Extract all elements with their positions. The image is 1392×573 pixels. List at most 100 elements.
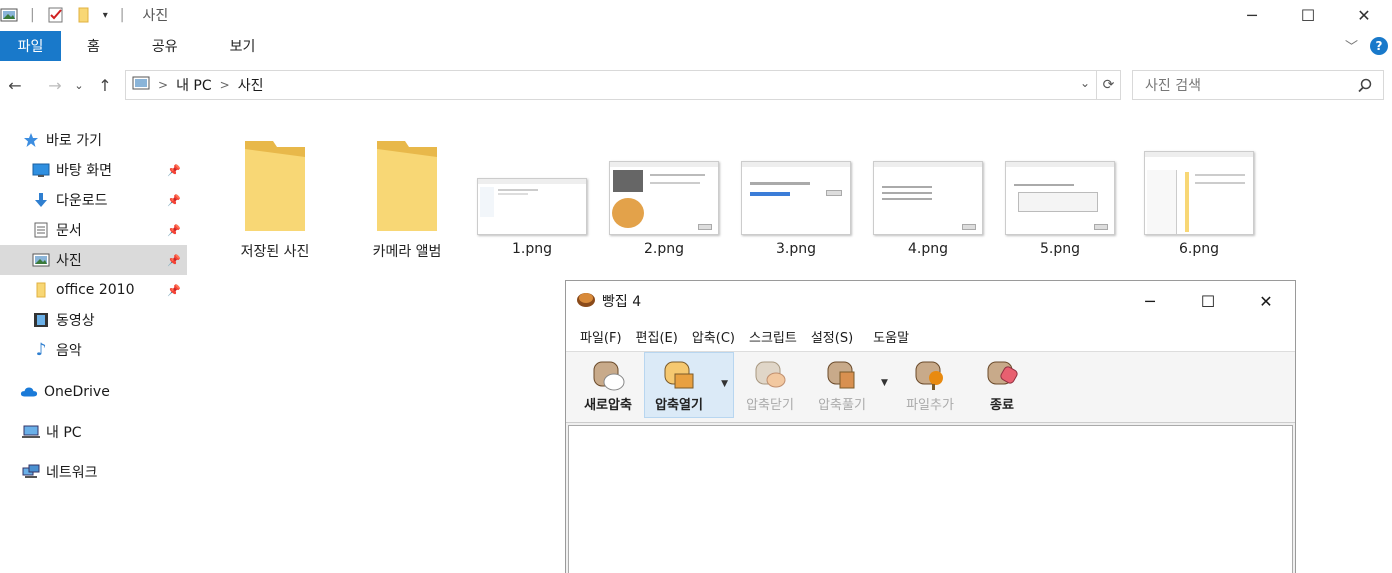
bandizip-title: 빵집 4 [602,294,642,310]
maximize-button[interactable]: ☐ [1280,0,1336,30]
close-archive-button[interactable]: 압축닫기 [738,352,802,418]
minimize-button[interactable]: ─ [1224,0,1280,30]
toolbar-label: 새로압축 [584,397,632,413]
navigation-bar: ← → ⌄ ↑ > 내 PC > 사진 ⌄ ⟳ 사진 검색 [0,70,1392,100]
file-label: 1.png [511,241,552,257]
close-button[interactable]: ✕ [1237,281,1295,321]
music-note-icon: ♪ [35,340,47,360]
search-placeholder: 사진 검색 [1145,78,1201,94]
file-label: 6.png [1178,241,1219,257]
file-label: 2.png [643,241,684,257]
menu-settings[interactable]: 설정(S) [811,327,853,346]
sidebar-item-label: OneDrive [44,384,110,400]
file-label: 카메라 앨범 [372,244,442,260]
dropdown-arrow-icon[interactable]: ▼ [721,379,728,389]
close-archive-icon [752,358,788,392]
sidebar-item-videos[interactable]: 동영상 [0,305,187,335]
file-label: 5.png [1039,241,1080,257]
sidebar-item-downloads[interactable]: 다운로드 📌 [0,185,187,215]
list-item[interactable]: 1.png [472,125,592,270]
star-icon [22,131,40,149]
toolbar-label: 압축닫기 [746,397,794,413]
sidebar-item-desktop[interactable]: 바탕 화면 📌 [0,155,187,185]
new-archive-button[interactable]: 새로압축 [576,352,640,418]
sidebar-item-onedrive[interactable]: OneDrive [0,377,187,407]
archive-file-list[interactable] [568,425,1293,573]
sidebar-item-label: 네트워크 [46,465,98,481]
exit-button[interactable]: 종료 [970,352,1034,418]
list-item[interactable]: 6.png [1139,125,1259,270]
chevron-right-icon[interactable]: > [158,78,168,92]
menu-edit[interactable]: 편집(E) [636,327,678,346]
image-thumbnail-icon [873,161,983,235]
add-file-button[interactable]: 파일추가 [898,352,962,418]
tab-view[interactable]: 보기 [204,31,282,61]
sidebar-item-music[interactable]: ♪ 음악 [0,335,187,365]
menu-help[interactable]: 도움말 [873,327,909,346]
address-dropdown-icon[interactable]: ⌄ [1080,76,1090,90]
tab-home[interactable]: 홈 [61,31,126,61]
chevron-right-icon[interactable]: > [220,78,230,92]
menu-compress[interactable]: 압축(C) [692,327,735,346]
menu-script[interactable]: 스크립트 [749,327,797,346]
breadcrumb-this-pc[interactable]: 내 PC [176,75,212,95]
image-thumbnail-icon [609,161,719,235]
close-button[interactable]: ✕ [1336,0,1392,30]
sidebar-item-this-pc[interactable]: 내 PC [0,417,187,447]
pin-icon[interactable]: 📌 [167,254,181,267]
open-archive-button[interactable]: 압축열기 ▼ [644,352,734,418]
customize-dropdown-icon[interactable]: ▾ [103,10,108,21]
search-input[interactable]: 사진 검색 [1132,70,1384,100]
network-icon [22,463,40,481]
computer-icon [22,423,40,441]
sidebar-item-network[interactable]: 네트워크 [0,457,187,487]
recent-locations-icon[interactable]: ⌄ [72,79,86,92]
list-item[interactable]: 4.png [868,125,988,270]
menu-file[interactable]: 파일(F) [580,327,622,346]
list-item[interactable]: 3.png [736,125,856,270]
maximize-button[interactable]: ☐ [1179,281,1237,321]
pin-icon[interactable]: 📌 [167,284,181,297]
bandizip-window: 빵집 4 ─ ☐ ✕ 파일(F) 편집(E) 압축(C) 스크립트 설정(S) … [565,280,1296,573]
file-label: 저장된 사진 [240,244,310,260]
back-button[interactable]: ← [2,76,28,95]
extract-button[interactable]: 압축풀기 [810,352,874,418]
pictures-icon [32,251,50,269]
list-item[interactable]: 카메라 앨범 [347,125,467,270]
film-icon [32,311,50,329]
address-bar[interactable]: > 내 PC > 사진 ⌄ [125,70,1097,100]
search-icon [1357,77,1373,97]
list-item[interactable]: 저장된 사진 [215,125,335,270]
sidebar-item-pictures[interactable]: 사진 📌 [0,245,187,275]
refresh-button[interactable]: ⟳ [1097,70,1121,100]
toolbar-label: 파일추가 [906,397,954,413]
tab-share[interactable]: 공유 [126,31,204,61]
cloud-icon [20,383,38,401]
sidebar-item-label: 바로 가기 [46,133,102,149]
properties-icon[interactable] [47,6,65,24]
window-title: 사진 [142,8,169,24]
new-folder-icon[interactable] [75,6,93,24]
list-item[interactable]: 2.png [604,125,724,270]
minimize-button[interactable]: ─ [1121,281,1179,321]
pin-icon[interactable]: 📌 [167,164,181,177]
breadcrumb-pictures[interactable]: 사진 [238,75,264,95]
image-thumbnail-icon [1144,151,1254,235]
sidebar-item-quick-access[interactable]: 바로 가기 [0,125,187,155]
up-button[interactable]: ↑ [92,76,118,95]
tab-file[interactable]: 파일 [0,31,61,61]
separator: | [119,7,125,23]
dropdown-arrow-icon[interactable]: ▼ [881,378,888,388]
sidebar-item-office-2010[interactable]: office 2010 📌 [0,275,187,305]
pin-icon[interactable]: 📌 [167,194,181,207]
new-archive-icon [590,358,626,392]
pin-icon[interactable]: 📌 [167,224,181,237]
forward-button[interactable]: → [42,76,68,95]
expand-ribbon-icon[interactable]: ﹀ [1345,36,1358,55]
help-icon[interactable]: ? [1370,36,1388,55]
document-icon [32,221,50,239]
image-thumbnail-icon [1005,161,1115,235]
list-item[interactable]: 5.png [1000,125,1120,270]
toolbar-label: 종료 [990,397,1014,413]
sidebar-item-documents[interactable]: 문서 📌 [0,215,187,245]
